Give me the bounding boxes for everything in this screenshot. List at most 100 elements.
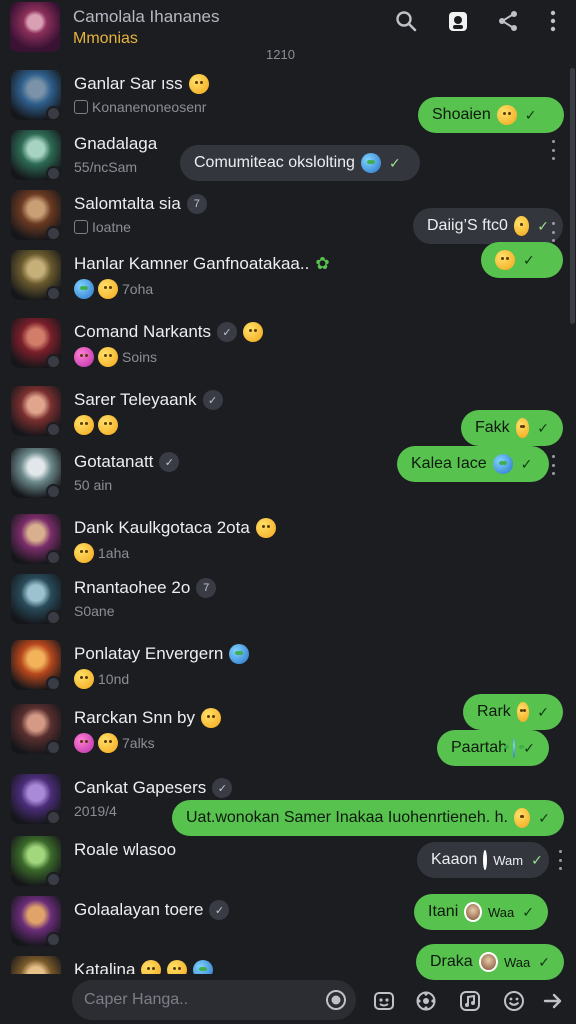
- chat-preview-text: 10nd: [98, 671, 130, 687]
- unread-pill: 7: [196, 578, 217, 598]
- chat-name: Rnantaohee 2o 7: [74, 578, 217, 598]
- read-check-icon: ✓: [524, 106, 537, 123]
- unread-pill: ✓: [209, 900, 230, 920]
- chat-name: Hanlar Kamner Ganfnoatakaa.. ✿: [74, 254, 330, 274]
- emoji-icon: [229, 644, 250, 664]
- message-text: Kalea Iace: [411, 455, 487, 472]
- emoji-icon: [496, 105, 517, 125]
- chat-preview: Konanenoneosenr: [74, 99, 206, 115]
- incoming-message-bubble[interactable]: Comumiteac okslolting ✓: [180, 145, 420, 181]
- chat-name: Sarer Teleyaank ✓: [74, 390, 223, 410]
- message-options-icon[interactable]: [550, 455, 556, 475]
- outgoing-message-bubble[interactable]: Rark ✓: [463, 694, 563, 730]
- emoji-icon: [74, 543, 94, 563]
- read-check-icon: ✓: [523, 251, 535, 268]
- outgoing-message-bubble[interactable]: Shoaien ✓: [418, 97, 564, 133]
- chat-name: Comand Narkants ✓: [74, 322, 264, 342]
- message-options-icon[interactable]: [557, 850, 563, 870]
- read-check-icon: ✓: [538, 953, 550, 970]
- chat-row[interactable]: Comand Narkants ✓ Soins: [0, 318, 576, 380]
- avatar-icon: [478, 952, 499, 972]
- outgoing-message-bubble[interactable]: Draka Waa ✓: [416, 944, 564, 980]
- emoji-icon: [98, 347, 118, 367]
- message-input[interactable]: [84, 980, 324, 1020]
- record-icon[interactable]: [324, 988, 348, 1012]
- unread-pill: ✓: [217, 322, 238, 342]
- avatar-icon: [483, 850, 488, 870]
- read-check-icon: ✓: [388, 154, 401, 171]
- emoji-icon: [74, 415, 94, 435]
- emoji-icon: [243, 322, 264, 342]
- status-badge: [46, 810, 61, 825]
- emoji-icon: [516, 702, 530, 722]
- chat-name: Salomtalta sia 7: [74, 194, 207, 214]
- emoji-icon: [255, 518, 276, 538]
- chat-preview: 7alks: [74, 733, 155, 753]
- read-check-icon: ✓: [520, 455, 533, 472]
- gallery-icon[interactable]: [414, 989, 438, 1013]
- unread-pill: ✓: [159, 452, 180, 472]
- chat-name-text: Gotatanatt: [74, 452, 154, 471]
- message-meta: Waa: [488, 904, 515, 920]
- message-options-icon[interactable]: [550, 222, 556, 242]
- message-text: Paartah: [451, 739, 508, 756]
- message-composer: [0, 974, 576, 1024]
- status-badge: [46, 932, 61, 947]
- read-check-icon: ✓: [537, 419, 549, 436]
- chat-row[interactable]: Dank Kaulkgotaca 2ota 1aha: [0, 514, 576, 576]
- read-check-icon: ✓: [522, 903, 534, 920]
- read-check-icon: ✓: [523, 739, 535, 756]
- status-badge: [46, 610, 61, 625]
- chat-name-text: Rnantaohee 2o: [74, 578, 191, 597]
- chat-preview: Ioatne: [74, 219, 131, 235]
- status-badge: [46, 166, 61, 181]
- message-text: Itani: [428, 903, 459, 920]
- message-text: Daiig’S ftc0: [427, 217, 508, 234]
- emoji-icon: [513, 808, 531, 828]
- outgoing-message-bubble[interactable]: ✓: [481, 242, 563, 278]
- outgoing-message-bubble[interactable]: Itani Waa ✓: [414, 894, 548, 930]
- send-icon[interactable]: [541, 989, 565, 1013]
- status-badge: [46, 740, 61, 755]
- status-badge: [46, 872, 61, 887]
- chat-name: Gotatanatt ✓: [74, 452, 180, 472]
- emoji-icon: [98, 733, 118, 753]
- read-check-icon: ✓: [537, 217, 549, 234]
- camera-icon[interactable]: [372, 989, 396, 1013]
- status-badge: [46, 422, 61, 437]
- unread-pill: ✓: [212, 778, 233, 798]
- status-badge: [46, 676, 61, 691]
- chat-name-text: Cankat Gapesers: [74, 778, 207, 797]
- chat-row[interactable]: Ponlatay Envergern 10nd: [0, 640, 576, 702]
- message-text: Uat.wonokan Samer Inakaa Iuohenrtieneh. …: [186, 809, 508, 826]
- incoming-message-bubble[interactable]: Daiig’S ftc0 ✓: [413, 208, 563, 244]
- chat-preview-text: 7alks: [122, 735, 155, 751]
- message-input-wrapper[interactable]: [72, 980, 356, 1020]
- outgoing-message-bubble[interactable]: Fakk ✓: [461, 410, 563, 446]
- message-text: Draka: [430, 953, 473, 970]
- chat-name-text: Comand Narkants: [74, 322, 212, 341]
- message-text: Comumiteac okslolting: [194, 154, 355, 171]
- chat-row[interactable]: Rnantaohee 2o 7 S0ane: [0, 574, 576, 636]
- outgoing-message-bubble[interactable]: Kalea Iace ✓: [397, 446, 549, 482]
- chat-preview: Soins: [74, 347, 157, 367]
- music-icon[interactable]: [458, 989, 482, 1013]
- chat-name: Gnadalaga: [74, 134, 157, 154]
- incoming-message-bubble[interactable]: Kaaon Wam ✓: [417, 842, 549, 878]
- emoji-icon: [98, 279, 118, 299]
- emoji-icon[interactable]: [502, 989, 526, 1013]
- emoji-icon: [503, 738, 526, 758]
- message-options-icon[interactable]: [550, 140, 556, 160]
- chat-name: Ponlatay Envergern: [74, 644, 250, 664]
- outgoing-message-bubble[interactable]: Uat.wonokan Samer Inakaa Iuohenrtieneh. …: [172, 800, 564, 836]
- chat-preview-text: Konanenoneosenr: [92, 99, 207, 115]
- chat-name-text: Ganlar Sar ıss: [74, 74, 183, 93]
- chat-name-text: Ponlatay Envergern: [74, 644, 224, 663]
- chat-preview: 7oha: [74, 279, 153, 299]
- message-meta: Waa: [504, 954, 531, 970]
- leaf-icon: ✿: [315, 254, 330, 273]
- message-text: Rark: [477, 703, 511, 720]
- outgoing-message-bubble[interactable]: Paartah ✓: [437, 730, 549, 766]
- status-badge: [46, 286, 61, 301]
- message-text: Shoaien: [432, 106, 491, 123]
